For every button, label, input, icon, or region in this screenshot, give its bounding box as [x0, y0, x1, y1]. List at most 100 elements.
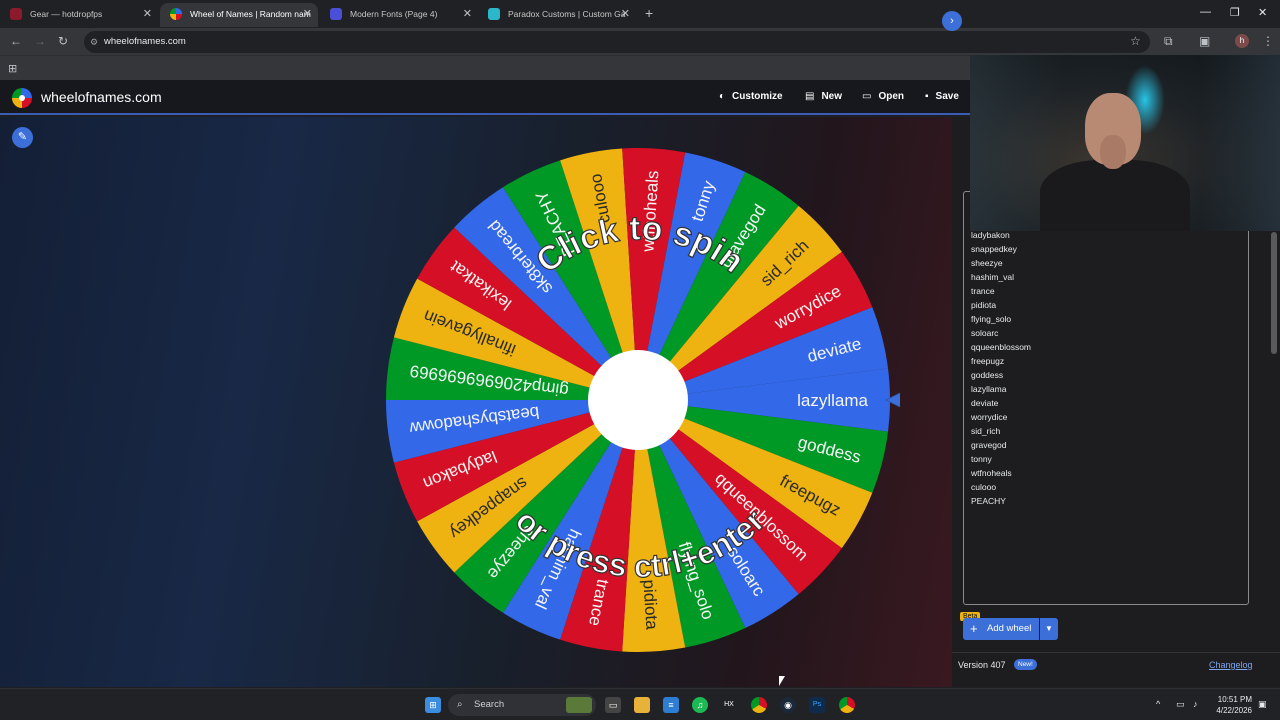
customize-label: Customize: [732, 91, 783, 102]
hotdrop-favicon-icon: [10, 8, 22, 20]
file-icon: ▤: [805, 91, 815, 102]
profile-avatar[interactable]: h: [1235, 34, 1249, 48]
browser-toolbar: ← → ↻ ⚙ wheelofnames.com ☆ ⧉ ▣ h ⋮: [0, 28, 1280, 55]
tab-gear[interactable]: Gear — hotdropfps ✕: [0, 3, 158, 27]
save-button[interactable]: ▪ Save: [925, 91, 959, 102]
entry-line: ladybakon: [971, 230, 1010, 240]
new-badge: New!: [1014, 659, 1037, 670]
tab-title: Gear — hotdropfps: [30, 9, 103, 19]
task-view-icon[interactable]: ▭: [605, 697, 621, 713]
side-panel-icon[interactable]: ▣: [1199, 34, 1210, 48]
divider: [952, 652, 1280, 653]
apps-grid-icon[interactable]: ⊞: [8, 62, 17, 75]
new-label: New: [821, 91, 843, 102]
close-icon[interactable]: ✕: [143, 3, 152, 25]
site-logo-icon[interactable]: [12, 88, 32, 108]
open-label: Open: [878, 91, 905, 102]
entry-line: freepugz: [971, 356, 1005, 366]
add-wheel-dropdown-chevron-icon[interactable]: ▼: [1040, 618, 1058, 640]
start-windows-icon[interactable]: ⊞: [425, 697, 441, 713]
entry-line: worrydice: [971, 412, 1008, 422]
fonts-favicon-icon: [330, 8, 342, 20]
chrome-icon[interactable]: [751, 697, 767, 713]
chrome-profile-icon[interactable]: [839, 697, 855, 713]
entries-scrollbar[interactable]: [1271, 232, 1277, 354]
entry-line: flying_solo: [971, 314, 1012, 324]
customize-button[interactable]: ◐ Customize: [719, 91, 783, 102]
entry-line: deviate: [971, 398, 999, 408]
paradox-favicon-icon: [488, 8, 500, 20]
window-close-icon[interactable]: ✕: [1258, 6, 1267, 19]
spotify-icon[interactable]: ♫: [692, 697, 708, 713]
back-icon[interactable]: ←: [10, 34, 22, 48]
tray-chevron-icon[interactable]: ^: [1156, 699, 1160, 709]
changelog-link[interactable]: Changelog: [1209, 660, 1253, 670]
bookmark-star-icon[interactable]: ☆: [1130, 34, 1141, 48]
new-button[interactable]: ▤ New: [805, 91, 842, 102]
collapse-panel-chevron-icon[interactable]: ›: [942, 11, 962, 31]
webcam-person-body: [1040, 160, 1190, 231]
file-explorer-icon[interactable]: [634, 697, 650, 713]
reload-icon[interactable]: ↻: [58, 34, 68, 48]
webcam-overlay: [970, 55, 1280, 231]
forward-icon[interactable]: →: [34, 34, 46, 48]
url-text: wheelofnames.com: [104, 36, 186, 47]
close-icon[interactable]: ✕: [463, 3, 472, 25]
site-info-icon[interactable]: ⚙: [90, 31, 98, 53]
entry-line: sheezye: [971, 258, 1003, 268]
wheel-favicon-icon: [170, 8, 182, 20]
extensions-icon[interactable]: ⧉: [1164, 34, 1173, 49]
entry-line: pidiota: [971, 300, 997, 310]
clock-date: 4/22/2026: [1216, 706, 1252, 715]
entry-line: wtfnoheals: [971, 468, 1012, 478]
taskbar-clock[interactable]: 10:51 PM 4/22/2026: [1212, 694, 1252, 716]
open-button[interactable]: ▭ Open: [862, 91, 904, 102]
tab-wheel-of-names[interactable]: Wheel of Names | Random nam ✕: [160, 3, 318, 27]
hwinfo-icon[interactable]: HX: [721, 697, 737, 713]
browser-tab-bar: Gear — hotdropfps ✕ Wheel of Names | Ran…: [0, 0, 1280, 28]
entry-line: sid_rich: [971, 426, 1001, 436]
close-icon[interactable]: ✕: [621, 3, 630, 25]
entry-line: hashim_val: [971, 272, 1014, 282]
add-wheel-button[interactable]: + Add wheel: [963, 618, 1039, 640]
wheel-segment-label: lazyllama: [797, 391, 868, 410]
entry-line: gravegod: [971, 440, 1007, 450]
tab-modern-fonts[interactable]: Modern Fonts (Page 4) ✕: [320, 3, 478, 27]
version-text: Version 407: [958, 660, 1006, 670]
entry-line: qqueenblossom: [971, 342, 1032, 352]
spin-wheel[interactable]: lazyllamagoddessfreepugzqqueenblossomsol…: [380, 143, 900, 663]
search-icon: ⌕: [457, 699, 463, 710]
windows-taskbar: ⊞ ⌕ Search ▭ ≡ ♫ HX ◉ Ps ^ ▭ ♪ 10:51 PM …: [0, 688, 1280, 720]
palette-icon: ◐: [719, 91, 726, 102]
restore-icon[interactable]: ❐: [1230, 6, 1240, 19]
minimize-icon[interactable]: —: [1200, 6, 1211, 18]
folder-icon: ▭: [862, 91, 872, 102]
notepad-icon[interactable]: ≡: [663, 697, 679, 713]
entry-line: trance: [971, 286, 995, 296]
add-wheel-label: Add wheel: [987, 623, 1032, 634]
close-icon[interactable]: ✕: [303, 3, 312, 25]
entry-line: soloarc: [971, 328, 999, 338]
entry-line: tonny: [971, 454, 992, 464]
tab-title: Paradox Customs | Custom Ga: [508, 9, 626, 19]
network-icon[interactable]: ▭: [1176, 699, 1185, 710]
tab-paradox-customs[interactable]: Paradox Customs | Custom Ga ✕: [478, 3, 636, 27]
new-tab-icon[interactable]: +: [645, 5, 653, 21]
address-bar[interactable]: ⚙ wheelofnames.com: [84, 31, 1150, 53]
widget-icon[interactable]: [566, 697, 592, 713]
photoshop-icon[interactable]: Ps: [809, 697, 825, 713]
webcam-person-hand: [1100, 135, 1126, 169]
steam-icon[interactable]: ◉: [780, 697, 796, 713]
tab-title: Wheel of Names | Random nam: [190, 9, 311, 19]
site-name[interactable]: wheelofnames.com: [41, 89, 162, 105]
edit-pencil-icon[interactable]: ✎: [12, 127, 33, 148]
wheel-center[interactable]: [588, 350, 688, 450]
notification-icon[interactable]: ▣: [1258, 699, 1267, 710]
menu-kebab-icon[interactable]: ⋮: [1262, 34, 1274, 48]
volume-icon[interactable]: ♪: [1193, 699, 1198, 709]
mouse-cursor-icon: [779, 676, 785, 686]
taskbar-search-label: Search: [474, 699, 505, 710]
clock-time: 10:51 PM: [1217, 695, 1252, 704]
entry-line: culooo: [971, 482, 997, 492]
entries-textarea[interactable]: ifinallygaveingimp4206969696969beatsbysh…: [963, 191, 1249, 605]
